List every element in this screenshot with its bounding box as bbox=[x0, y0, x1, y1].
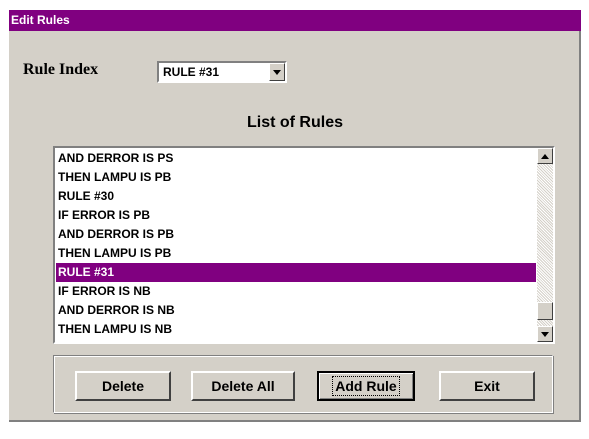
list-item[interactable]: AND DERROR IS PS bbox=[56, 149, 536, 168]
scroll-down-button[interactable] bbox=[537, 326, 553, 342]
list-item-selected[interactable]: RULE #31 bbox=[56, 263, 536, 282]
add-rule-label: Add Rule bbox=[332, 376, 400, 396]
scroll-thumb[interactable] bbox=[537, 302, 553, 320]
vertical-scrollbar[interactable] bbox=[537, 148, 553, 342]
add-rule-button[interactable]: Add Rule bbox=[317, 371, 415, 401]
rule-index-label: Rule Index bbox=[23, 61, 99, 78]
arrow-down-icon bbox=[541, 332, 549, 337]
arrow-up-icon bbox=[541, 154, 549, 159]
rules-listbox[interactable]: AND DERROR IS PS THEN LAMPU IS PB RULE #… bbox=[53, 146, 555, 344]
rule-index-value: RULE #31 bbox=[163, 65, 220, 79]
button-group-frame: Delete Delete All Add Rule Exit bbox=[53, 355, 553, 413]
list-item[interactable]: RULE #30 bbox=[56, 187, 536, 206]
delete-all-button[interactable]: Delete All bbox=[191, 371, 295, 401]
list-item[interactable]: THEN LAMPU IS PB bbox=[56, 168, 536, 187]
exit-button[interactable]: Exit bbox=[439, 371, 535, 401]
rule-index-dropdown[interactable]: RULE #31 bbox=[157, 61, 287, 83]
list-item[interactable]: IF ERROR IS PB bbox=[56, 206, 536, 225]
list-item[interactable]: IF ERROR IS NB bbox=[56, 282, 536, 301]
window-title: Edit Rules bbox=[9, 10, 581, 31]
list-item[interactable]: THEN LAMPU IS PB bbox=[56, 244, 536, 263]
list-item[interactable]: THEN LAMPU IS NB bbox=[56, 320, 536, 339]
delete-button[interactable]: Delete bbox=[75, 371, 171, 401]
list-item[interactable]: AND DERROR IS PB bbox=[56, 225, 536, 244]
list-title: List of Rules bbox=[246, 114, 343, 131]
scroll-up-button[interactable] bbox=[537, 148, 553, 164]
list-item[interactable]: AND DERROR IS NB bbox=[56, 301, 536, 320]
chevron-down-icon bbox=[273, 70, 281, 75]
dropdown-arrow-button[interactable] bbox=[269, 63, 285, 81]
edit-rules-window: Edit Rules Rule Index RULE #31 List of R… bbox=[9, 10, 581, 422]
